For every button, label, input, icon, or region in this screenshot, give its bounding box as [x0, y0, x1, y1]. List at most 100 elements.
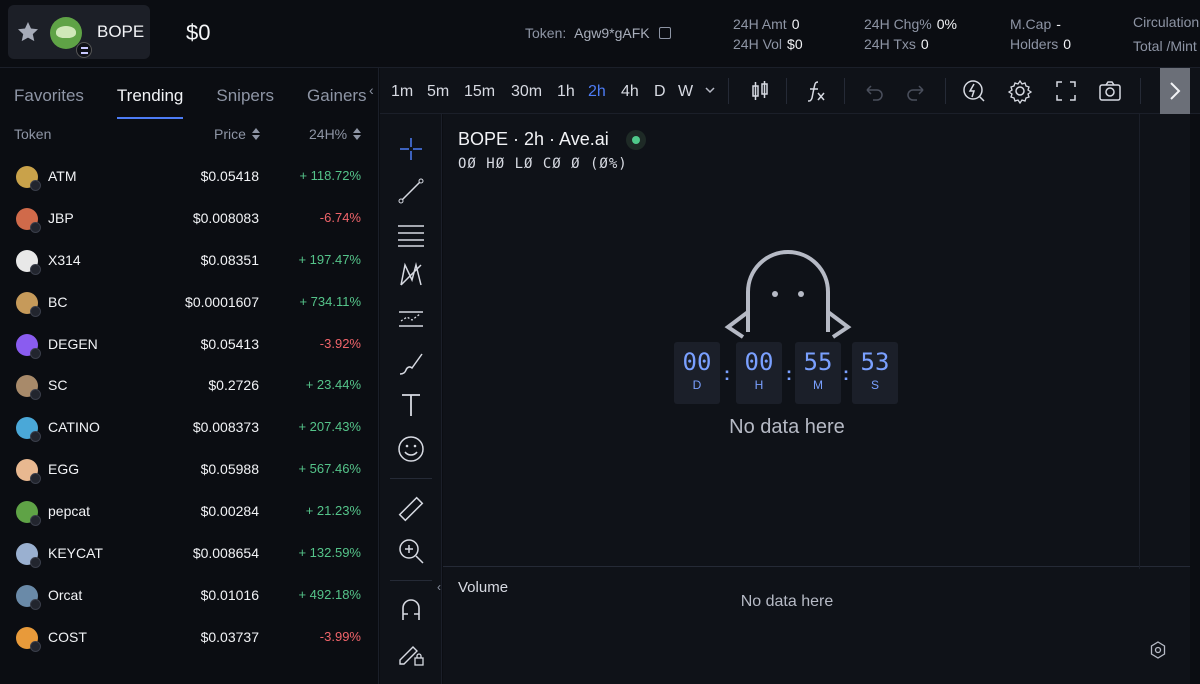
stat-24h-amt: 24H Amt 0 — [733, 16, 800, 32]
undo-icon[interactable] — [860, 78, 886, 104]
stat-24h-vol: 24H Vol $0 — [733, 36, 803, 52]
sort-icon — [251, 128, 260, 140]
token-price: $0.008373 — [192, 419, 259, 436]
scroll-right-button[interactable] — [1160, 68, 1190, 114]
token-change: + 207.43% — [298, 419, 361, 435]
token-symbol: EGG — [48, 461, 80, 478]
emoji-icon[interactable] — [396, 434, 426, 464]
token-row[interactable]: SC $0.2726 + 23.44% — [0, 367, 379, 409]
timeframe-4h[interactable]: 4h — [621, 83, 639, 101]
lock-drawing-icon[interactable] — [396, 638, 426, 668]
timeframe-1m[interactable]: 1m — [391, 83, 413, 101]
volume-no-data: No data here — [740, 593, 834, 610]
token-row[interactable]: X314 $0.08351 + 197.47% — [0, 242, 379, 284]
chain-badge-icon — [30, 557, 41, 569]
chain-badge-icon — [30, 180, 41, 191]
chart-toolbar: ‹ 1m 5m 15m 30m 1h 2h 4h D W — [369, 68, 1200, 114]
sort-icon — [353, 128, 362, 140]
projection-icon[interactable] — [396, 304, 426, 334]
token-symbol: BC — [48, 293, 68, 310]
fib-lines-icon[interactable] — [396, 218, 426, 248]
chain-badge-icon — [30, 640, 41, 652]
price-axis-divider — [1139, 114, 1140, 569]
chain-badge-icon — [30, 263, 41, 275]
timeframe-15m[interactable]: 15m — [464, 83, 495, 101]
chart-settings-icon[interactable] — [1148, 640, 1168, 660]
ruler-icon[interactable] — [396, 494, 426, 524]
star-icon[interactable] — [16, 20, 40, 44]
countdown-days: 00 D — [674, 342, 720, 404]
fullscreen-icon[interactable] — [1053, 78, 1079, 104]
chain-badge-icon — [30, 431, 41, 443]
column-header-change[interactable]: 24H% — [309, 126, 362, 142]
live-status-icon — [626, 130, 646, 150]
token-row[interactable]: EGG $0.05988 + 567.46% — [0, 451, 379, 493]
crosshair-icon[interactable] — [396, 134, 426, 164]
token-row[interactable]: Orcat $0.01016 + 492.18% — [0, 577, 379, 619]
stat-circulation: Circulation — [1133, 14, 1200, 30]
token-change: + 132.59% — [298, 545, 361, 561]
token-change: + 197.47% — [298, 251, 361, 267]
countdown-hours: 00 H — [736, 342, 782, 404]
token-symbol: ATM — [48, 168, 77, 184]
token-symbol: KEYCAT — [48, 545, 103, 562]
chevron-down-icon[interactable] — [702, 82, 718, 98]
text-icon[interactable] — [396, 390, 426, 420]
tab-favorites[interactable]: Favorites — [14, 86, 84, 112]
redo-icon[interactable] — [904, 78, 930, 104]
flash-icon[interactable] — [961, 78, 987, 104]
copy-icon[interactable] — [658, 27, 671, 39]
token-price: $0.0001607 — [185, 293, 259, 310]
chain-badge-icon — [30, 221, 41, 233]
token-price: $0.08351 — [200, 251, 259, 268]
chain-badge-icon — [30, 598, 41, 610]
token-row[interactable]: BC $0.0001607 + 734.11% — [0, 284, 379, 326]
top-header: BOPE $0 Token: Agw9*gAFK 24H Amt 0 24H Vo… — [0, 0, 1200, 68]
chevron-right-icon — [1170, 82, 1181, 100]
magnet-icon[interactable] — [396, 594, 426, 624]
column-header-price[interactable]: Price — [214, 126, 260, 142]
indicator-fx-icon[interactable] — [803, 78, 829, 104]
token-row[interactable]: CATINO $0.008373 + 207.43% — [0, 409, 379, 451]
timeframe-30m[interactable]: 30m — [511, 83, 542, 101]
timeframe-w[interactable]: W — [678, 83, 693, 101]
tab-snipers[interactable]: Snipers — [216, 86, 274, 112]
collapse-volume-icon[interactable]: ‹ — [437, 580, 441, 594]
zoom-in-icon[interactable] — [396, 536, 426, 566]
token-row[interactable]: pepcat $0.00284 + 21.23% — [0, 493, 379, 535]
timeframe-1h[interactable]: 1h — [557, 83, 575, 101]
trend-line-icon[interactable] — [396, 176, 426, 206]
token-row[interactable]: JBP $0.008083 -6.74% — [0, 200, 379, 242]
candlestick-icon[interactable] — [747, 78, 773, 104]
token-price: $0.05418 — [200, 168, 259, 184]
token-symbol: pepcat — [48, 503, 91, 520]
brush-icon[interactable] — [396, 348, 426, 378]
tab-gainers[interactable]: Gainers — [307, 86, 367, 112]
token-price: $0.008083 — [192, 209, 259, 226]
timeframe-d[interactable]: D — [654, 83, 666, 101]
token-chip[interactable]: BOPE — [8, 5, 150, 59]
token-row[interactable]: DEGEN $0.05413 -3.92% — [0, 326, 379, 368]
stat-mcap: M.Cap - — [1010, 16, 1061, 32]
token-change: + 118.72% — [299, 168, 361, 183]
token-price: $0.05988 — [200, 461, 259, 478]
token-row[interactable]: KEYCAT $0.008654 + 132.59% — [0, 535, 379, 577]
tab-trending[interactable]: Trending — [116, 86, 184, 119]
token-row[interactable]: ATM $0.05418 + 118.72% — [0, 158, 379, 200]
timeframe-5m[interactable]: 5m — [427, 83, 449, 101]
token-change: + 492.18% — [298, 586, 361, 602]
timeframe-2h[interactable]: 2h — [588, 83, 606, 101]
token-row[interactable]: COST $0.03737 -3.99% — [0, 619, 379, 661]
chart-area[interactable]: BOPE · 2h · Ave.ai OØ HØ LØ CØ Ø (Ø%) 00… — [437, 114, 1190, 684]
token-change: + 734.11% — [299, 293, 361, 309]
chain-badge-icon — [76, 42, 92, 58]
pattern-icon[interactable] — [396, 260, 426, 290]
token-change: + 21.23% — [305, 503, 361, 519]
token-price: $0.2726 — [208, 377, 259, 394]
no-data-message: No data here — [729, 416, 845, 438]
settings-icon[interactable] — [1007, 78, 1033, 104]
collapse-left-icon[interactable]: ‹ — [369, 82, 374, 98]
token-symbol: SC — [48, 377, 68, 394]
camera-icon[interactable] — [1097, 78, 1123, 104]
token-price: $0.008654 — [192, 545, 259, 562]
